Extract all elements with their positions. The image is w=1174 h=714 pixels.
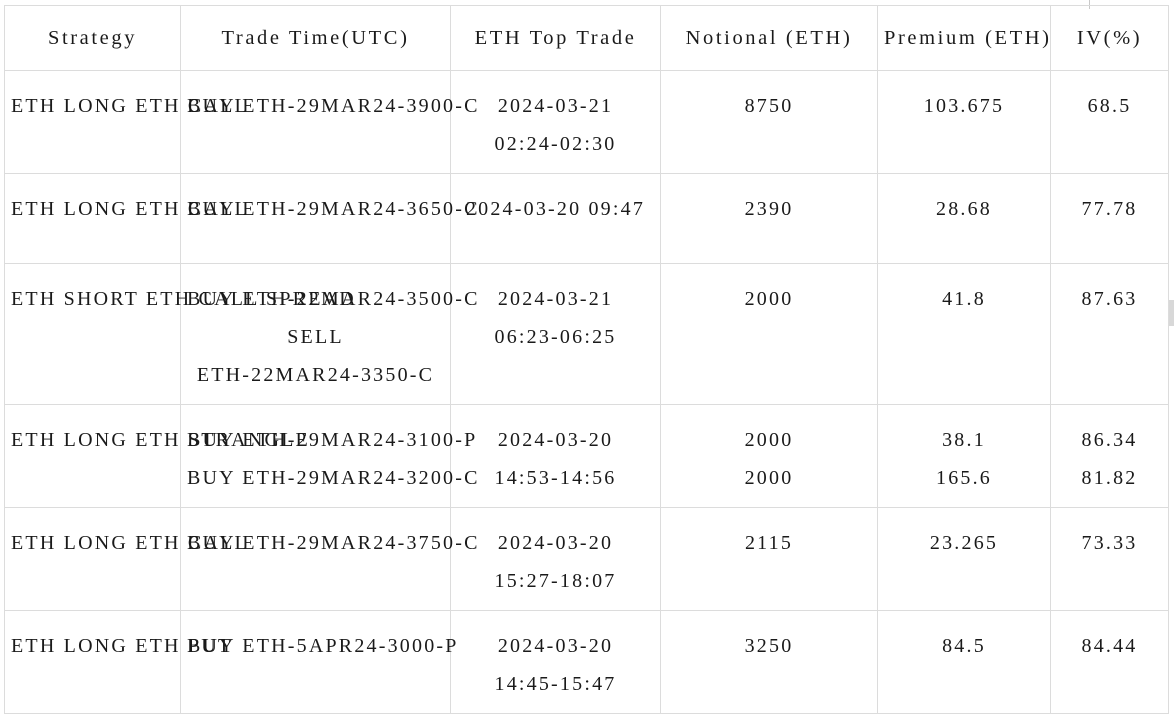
cell-iv: 86.34 81.82 xyxy=(1051,405,1169,508)
trade-leg: BUY ETH-29MAR24-3900-C xyxy=(187,87,444,125)
cell-premium: 41.8 xyxy=(878,264,1051,405)
cell-premium: 84.5 xyxy=(878,611,1051,714)
premium-value: 23.265 xyxy=(884,524,1044,562)
column-header-premium[interactable]: Premium (ETH) xyxy=(878,6,1051,71)
table-row[interactable]: ETH LONG ETH STRANGLE BUY ETH-29MAR24-31… xyxy=(5,405,1169,508)
trade-leg: BUY ETH-22MAR24-3500-C xyxy=(187,280,444,318)
cell-strategy: ETH SHORT ETH CALL SPREAD xyxy=(5,264,181,405)
premium-value: 103.675 xyxy=(884,87,1044,125)
premium-value: 41.8 xyxy=(884,280,1044,318)
cell-iv: 77.78 xyxy=(1051,174,1169,264)
notional-value: 2000 xyxy=(667,421,871,459)
cell-trade-time: BUY ETH-29MAR24-3650-C xyxy=(181,174,451,264)
trade-time-range: 14:53-14:56 xyxy=(457,459,654,497)
cell-strategy: ETH LONG ETH PUT xyxy=(5,611,181,714)
trade-leg: BUY ETH-29MAR24-3750-C xyxy=(187,524,444,562)
cell-strategy: ETH LONG ETH CALL xyxy=(5,71,181,174)
iv-value: 68.5 xyxy=(1057,87,1162,125)
trade-leg: BUY ETH-29MAR24-3100-P xyxy=(187,421,444,459)
table-row[interactable]: ETH LONG ETH PUT BUY ETH-5APR24-3000-P 2… xyxy=(5,611,1169,714)
cell-notional: 3250 xyxy=(661,611,878,714)
cell-eth-top-trade: 2024-03-20 14:45-15:47 xyxy=(451,611,661,714)
cell-iv: 73.33 xyxy=(1051,508,1169,611)
cell-notional: 2000 2000 xyxy=(661,405,878,508)
premium-value: 38.1 xyxy=(884,421,1044,459)
iv-value: 81.82 xyxy=(1057,459,1162,497)
table-body: ETH LONG ETH CALL BUY ETH-29MAR24-3900-C… xyxy=(5,71,1169,714)
cell-notional: 2390 xyxy=(661,174,878,264)
trade-date: 2024-03-20 xyxy=(457,421,654,459)
trade-time-range: 15:27-18:07 xyxy=(457,562,654,600)
cell-notional: 8750 xyxy=(661,71,878,174)
trade-leg: SELL xyxy=(187,318,444,356)
cell-eth-top-trade: 2024-03-20 09:47 xyxy=(451,174,661,264)
notional-value: 3250 xyxy=(667,627,871,665)
cell-premium: 38.1 165.6 xyxy=(878,405,1051,508)
cell-trade-time: BUY ETH-29MAR24-3100-P BUY ETH-29MAR24-3… xyxy=(181,405,451,508)
cell-trade-time: BUY ETH-29MAR24-3900-C xyxy=(181,71,451,174)
screenshot-root: Strategy Trade Time(UTC) ETH Top Trade N… xyxy=(0,0,1174,654)
cell-trade-time: BUY ETH-5APR24-3000-P xyxy=(181,611,451,714)
cell-iv: 84.44 xyxy=(1051,611,1169,714)
trade-date: 2024-03-20 xyxy=(457,524,654,562)
column-header-strategy[interactable]: Strategy xyxy=(5,6,181,71)
iv-value: 86.34 xyxy=(1057,421,1162,459)
trade-leg: BUY ETH-29MAR24-3650-C xyxy=(187,190,444,228)
trade-leg: BUY ETH-5APR24-3000-P xyxy=(187,627,444,665)
notional-value: 2000 xyxy=(667,459,871,497)
table-row[interactable]: ETH LONG ETH CALL BUY ETH-29MAR24-3650-C… xyxy=(5,174,1169,264)
table-row[interactable]: ETH SHORT ETH CALL SPREAD BUY ETH-22MAR2… xyxy=(5,264,1169,405)
premium-value: 28.68 xyxy=(884,190,1044,228)
cell-iv: 87.63 xyxy=(1051,264,1169,405)
column-header-trade-time[interactable]: Trade Time(UTC) xyxy=(181,6,451,71)
cell-eth-top-trade: 2024-03-20 14:53-14:56 xyxy=(451,405,661,508)
iv-value: 84.44 xyxy=(1057,627,1162,665)
cell-eth-top-trade: 2024-03-21 02:24-02:30 xyxy=(451,71,661,174)
cell-strategy: ETH LONG ETH CALL xyxy=(5,174,181,264)
trade-time-range: 02:24-02:30 xyxy=(457,125,654,163)
cell-eth-top-trade: 2024-03-20 15:27-18:07 xyxy=(451,508,661,611)
column-header-eth-top-trade[interactable]: ETH Top Trade xyxy=(451,6,661,71)
cell-strategy: ETH LONG ETH STRANGLE xyxy=(5,405,181,508)
trade-leg: ETH-22MAR24-3350-C xyxy=(187,356,444,394)
table-row[interactable]: ETH LONG ETH CALL BUY ETH-29MAR24-3750-C… xyxy=(5,508,1169,611)
trade-date: 2024-03-21 xyxy=(457,280,654,318)
table-row[interactable]: ETH LONG ETH CALL BUY ETH-29MAR24-3900-C… xyxy=(5,71,1169,174)
column-header-iv[interactable]: IV(%) xyxy=(1051,6,1169,71)
eth-options-trades-table: Strategy Trade Time(UTC) ETH Top Trade N… xyxy=(4,5,1169,714)
cell-strategy: ETH LONG ETH CALL xyxy=(5,508,181,611)
iv-value: 73.33 xyxy=(1057,524,1162,562)
notional-value: 8750 xyxy=(667,87,871,125)
notional-value: 2115 xyxy=(667,524,871,562)
options-flow-table-container: Strategy Trade Time(UTC) ETH Top Trade N… xyxy=(4,5,1168,714)
table-header-row: Strategy Trade Time(UTC) ETH Top Trade N… xyxy=(5,6,1169,71)
iv-value: 87.63 xyxy=(1057,280,1162,318)
cell-notional: 2115 xyxy=(661,508,878,611)
cell-trade-time: BUY ETH-29MAR24-3750-C xyxy=(181,508,451,611)
column-header-notional[interactable]: Notional (ETH) xyxy=(661,6,878,71)
trade-time-range: 06:23-06:25 xyxy=(457,318,654,356)
premium-value: 84.5 xyxy=(884,627,1044,665)
notional-value: 2390 xyxy=(667,190,871,228)
premium-value: 165.6 xyxy=(884,459,1044,497)
trade-date: 2024-03-20 09:47 xyxy=(457,190,654,228)
cell-trade-time: BUY ETH-22MAR24-3500-C SELL ETH-22MAR24-… xyxy=(181,264,451,405)
cell-iv: 68.5 xyxy=(1051,71,1169,174)
table-header: Strategy Trade Time(UTC) ETH Top Trade N… xyxy=(5,6,1169,71)
scrollbar-nub[interactable] xyxy=(1169,300,1174,326)
notional-value: 2000 xyxy=(667,280,871,318)
cell-premium: 23.265 xyxy=(878,508,1051,611)
trade-time-range: 14:45-15:47 xyxy=(457,665,654,703)
cell-premium: 103.675 xyxy=(878,71,1051,174)
trade-date: 2024-03-20 xyxy=(457,627,654,665)
trade-leg: BUY ETH-29MAR24-3200-C xyxy=(187,459,444,497)
cell-eth-top-trade: 2024-03-21 06:23-06:25 xyxy=(451,264,661,405)
cell-premium: 28.68 xyxy=(878,174,1051,264)
iv-value: 77.78 xyxy=(1057,190,1162,228)
cell-notional: 2000 xyxy=(661,264,878,405)
trade-date: 2024-03-21 xyxy=(457,87,654,125)
